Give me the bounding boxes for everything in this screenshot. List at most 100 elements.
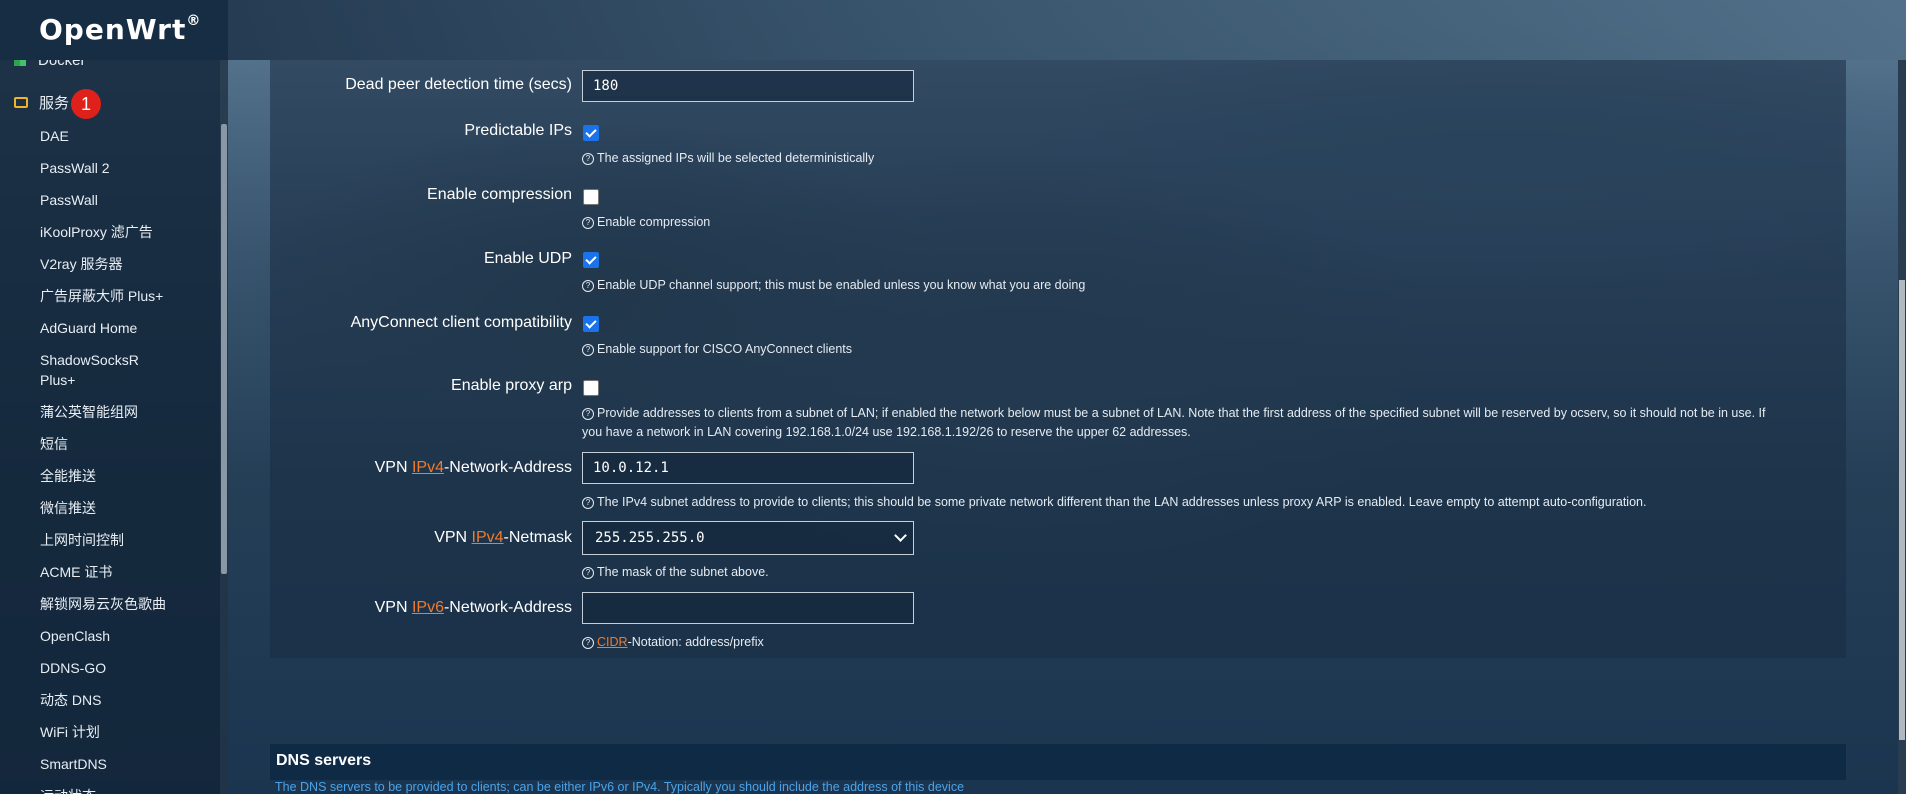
predictable-ips-label-row: Predictable IPs [270,122,572,144]
label-pre: VPN [374,599,412,616]
sidebar-item-more[interactable]: 运动状态 [40,786,96,794]
ipv6-addr-desc: ? CIDR-Notation: address/prefix [582,632,764,652]
sidebar-item-openclash[interactable]: OpenClash [40,626,110,646]
ipv4-addr-desc: ? The IPv4 subnet address to provide to c… [582,492,1646,512]
sidebar-item-smartdns[interactable]: SmartDNS [40,754,107,774]
dns-section-desc: The DNS servers to be provided to client… [275,780,965,794]
udp-desc: ? Enable UDP channel support; this must b… [582,275,1085,295]
predictable-ips-desc: ? The assigned IPs will be selected deter… [582,148,874,168]
sidebar-item-label: Docker [38,60,86,69]
proxy-arp-label: Enable proxy arp [451,377,572,394]
settings-panel [270,60,1846,658]
dpd-input[interactable] [582,70,914,102]
dpd-label-row: Dead peer detection time (secs) [270,76,572,98]
brand-name: OpenWrt [39,13,187,46]
services-icon [14,97,28,108]
ipv4-addr-input[interactable] [582,452,914,484]
page-scrollbar[interactable] [1898,60,1906,794]
label-post: -Network-Address [443,599,572,616]
help-icon: ? [582,344,594,356]
label-post: -Network-Address [443,459,572,476]
sidebar-item-acme[interactable]: ACME 证书 [40,562,112,582]
docker-icon [14,60,26,66]
desc-text: Enable compression [597,215,711,229]
proxy-arp-checkbox[interactable] [583,380,599,396]
predictable-ips-checkbox[interactable] [583,125,599,141]
ipv4-abbr-link[interactable]: IPv4 [472,529,504,546]
sidebar-item-unblockmusic[interactable]: 解锁网易云灰色歌曲 [40,594,166,614]
anyconnect-desc: ? Enable support for CISCO AnyConnect cli… [582,339,852,359]
ipv6-addr-input[interactable] [582,592,914,624]
ipv4-abbr-link[interactable]: IPv4 [412,459,444,476]
dns-section-title: DNS servers [276,752,372,769]
sidebar-item-wechatpush[interactable]: 微信推送 [40,498,96,518]
desc-text: The IPv4 subnet address to provide to cl… [597,495,1647,509]
sidebar-item-ssr-plus[interactable]: Plus+ [40,370,75,390]
sidebar-item-pushbot[interactable]: 全能推送 [40,466,96,486]
ipv4-netmask-select[interactable]: 255.255.255.0 [582,521,914,555]
sidebar-item-label: 服务 [39,95,70,112]
page-scrollbar-thumb[interactable] [1899,280,1905,740]
sidebar-item-timecontrol[interactable]: 上网时间控制 [40,530,124,550]
dns-section-header: DNS servers [270,744,1846,780]
sidebar-item-ddns[interactable]: 动态 DNS [40,690,101,710]
help-icon: ? [582,408,594,420]
sidebar-item-pgyvpn[interactable]: 蒲公英智能组网 [40,402,138,422]
predictable-ips-label: Predictable IPs [464,122,572,139]
sidebar-item-ikoolproxy[interactable]: iKoolProxy 滤广告 [40,222,153,242]
desc-text: Provide addresses to clients from a subn… [597,406,1766,420]
ipv6-addr-label-row: VPN IPv6-Network-Address [270,599,572,621]
help-icon: ? [582,637,594,649]
desc-text: Enable support for CISCO AnyConnect clie… [597,342,852,356]
sidebar-item-wifischedule[interactable]: WiFi 计划 [40,722,100,742]
proxy-arp-desc-line2: you have a network in LAN covering 192.1… [582,425,1191,439]
proxy-arp-label-row: Enable proxy arp [270,377,572,399]
sidebar-item-ssr[interactable]: ShadowSocksR [40,350,139,370]
sidebar-item-v2ray[interactable]: V2ray 服务器 [40,254,122,274]
sidebar: Docker 服务 DAE PassWall 2 PassWall iKoolP… [0,60,228,794]
help-icon: ? [582,280,594,292]
sidebar-item-passwall[interactable]: PassWall [40,190,98,210]
anyconnect-label: AnyConnect client compatibility [350,314,572,331]
brand-logo[interactable]: OpenWrt® [0,0,228,60]
udp-checkbox[interactable] [583,252,599,268]
compression-label: Enable compression [427,186,572,203]
sidebar-item-dae[interactable]: DAE [40,126,69,146]
label-post: -Netmask [503,529,572,546]
sidebar-item-ddns-go[interactable]: DDNS-GO [40,658,106,678]
cidr-abbr-link[interactable]: CIDR [597,635,628,649]
compression-checkbox[interactable] [583,189,599,205]
ipv4-mask-desc: ? The mask of the subnet above. [582,562,769,582]
top-header [0,0,1906,60]
help-icon: ? [582,497,594,509]
help-icon: ? [582,153,594,165]
label-pre: VPN [374,459,412,476]
ipv4-netmask-value: 255.255.255.0 [595,530,705,546]
udp-label-row: Enable UDP [270,250,572,272]
notification-badge: 1 [71,89,101,119]
desc-text: Enable UDP channel support; this must be… [597,278,1086,292]
help-icon: ? [582,567,594,579]
ipv6-abbr-link[interactable]: IPv6 [412,599,444,616]
ipv4-mask-label-row: VPN IPv4-Netmask [270,529,572,551]
compression-label-row: Enable compression [270,186,572,208]
sidebar-item-services[interactable]: 服务 [14,92,69,113]
ipv4-addr-label: VPN IPv4-Network-Address [375,459,572,477]
anyconnect-label-row: AnyConnect client compatibility [270,314,572,336]
ipv6-addr-label: VPN IPv6-Network-Address [375,599,572,617]
sidebar-item-adbyby[interactable]: 广告屏蔽大师 Plus+ [40,286,163,306]
sidebar-item-sms[interactable]: 短信 [40,434,68,454]
desc-text: The mask of the subnet above. [597,565,769,579]
sidebar-item-passwall2[interactable]: PassWall 2 [40,158,110,178]
udp-label: Enable UDP [483,250,572,267]
ipv4-addr-label-row: VPN IPv4-Network-Address [270,459,572,481]
sidebar-scrollbar[interactable] [220,60,228,794]
dpd-label: Dead peer detection time (secs) [345,76,572,93]
sidebar-item-docker[interactable]: Docker [14,60,86,69]
ipv4-mask-label: VPN IPv4-Netmask [434,529,572,547]
anyconnect-checkbox[interactable] [583,316,599,332]
sidebar-item-adguard[interactable]: AdGuard Home [40,318,137,338]
sidebar-scrollbar-thumb[interactable] [221,124,227,574]
desc-text: The assigned IPs will be selected determ… [597,151,875,165]
chevron-down-icon [894,529,907,542]
